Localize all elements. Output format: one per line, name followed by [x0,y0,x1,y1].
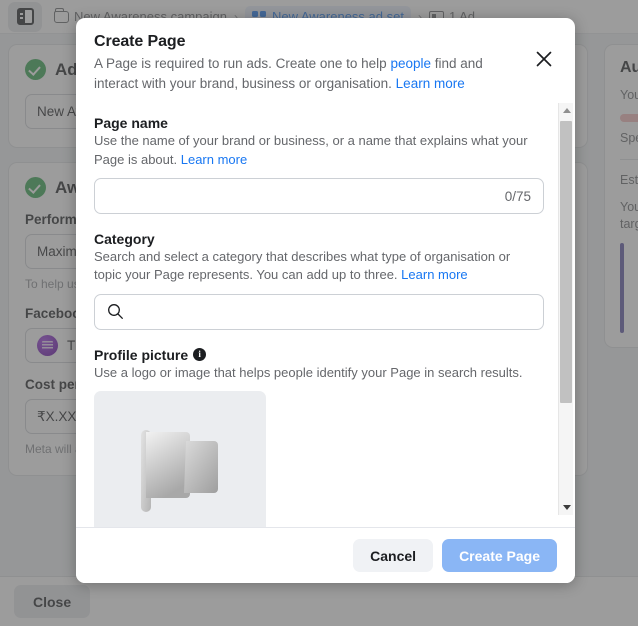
dialog-scrollbar[interactable] [558,103,574,516]
info-icon[interactable]: i [193,348,207,362]
page-name-input[interactable]: 0/75 [94,178,544,215]
learn-more-link-intro[interactable]: Learn more [396,76,465,91]
scroll-up-arrow[interactable] [559,103,574,118]
page-name-counter: 0/75 [504,188,531,204]
page-name-section: Page name Use the name of your brand or … [94,115,555,215]
scroll-down-arrow[interactable] [559,500,574,515]
dialog-header: Create Page A Page is required to run ad… [76,18,575,103]
page-name-label: Page name [94,115,168,132]
profile-picture-help: Use a logo or image that helps people id… [94,364,523,380]
learn-more-link-page-name[interactable]: Learn more [181,152,247,167]
profile-picture-section: Profile picture i Use a logo or image th… [94,347,555,527]
create-page-dialog: Create Page A Page is required to run ad… [76,18,575,583]
close-icon[interactable] [533,48,555,70]
page-title: Create Page [94,33,186,50]
profile-picture-upload-area[interactable] [94,391,266,527]
category-label: Category [94,231,155,248]
profile-picture-label-text: Profile picture [94,346,189,363]
category-help: Search and select a category that descri… [94,248,539,285]
dialog-body: Page name Use the name of your brand or … [76,103,575,527]
page-name-help-text: Use the name of your brand or business, … [94,133,528,167]
dialog-description-part1: A Page is required to run ads. Create on… [94,56,391,71]
scrollbar-thumb[interactable] [560,121,572,404]
category-section: Category Search and select a category th… [94,231,555,330]
create-page-button[interactable]: Create Page [442,539,557,572]
page-name-help: Use the name of your brand or business, … [94,132,539,169]
learn-more-link-category[interactable]: Learn more [401,267,467,282]
category-search-input[interactable] [94,293,544,330]
flag-placeholder-icon [141,430,218,513]
dialog-footer: Cancel Create Page [76,527,575,583]
profile-picture-label: Profile picture i [94,347,555,363]
people-link[interactable]: people [390,56,431,71]
search-icon [108,304,123,320]
cancel-button[interactable]: Cancel [353,539,434,572]
dialog-description: A Page is required to run ads. Create on… [94,54,494,93]
